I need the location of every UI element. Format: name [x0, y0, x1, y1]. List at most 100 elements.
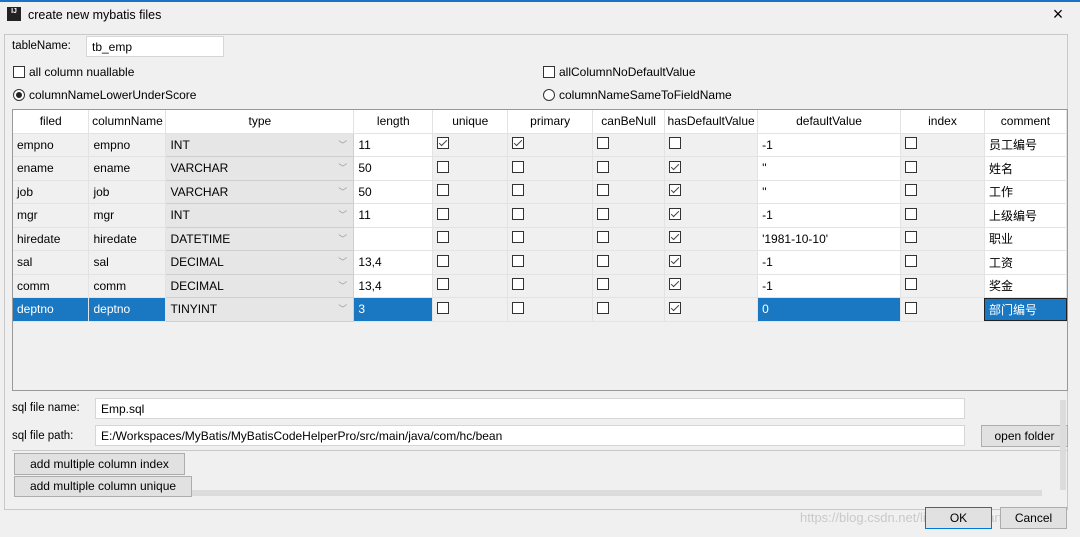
index-cell[interactable] — [900, 156, 985, 181]
canBeNull-cell[interactable] — [592, 156, 666, 181]
table-row[interactable]: empno empno INT ﹀ 11 -1 员工编号 — [13, 132, 1068, 157]
primary-cell[interactable] — [507, 274, 594, 298]
hasDefaultValue-checkbox[interactable] — [669, 160, 682, 173]
hasDefaultValue-checkbox[interactable] — [669, 231, 682, 244]
column-header-primary[interactable]: primary — [507, 110, 594, 134]
canBeNull-cell[interactable] — [592, 133, 666, 157]
unique-cell[interactable] — [432, 227, 509, 251]
type-dropdown[interactable]: INT ﹀ — [165, 132, 355, 157]
primary-cell[interactable] — [507, 180, 594, 204]
canBeNull-checkbox[interactable] — [597, 184, 610, 197]
hasDefaultValue-cell[interactable] — [664, 250, 759, 275]
hasDefaultValue-checkbox[interactable] — [669, 278, 682, 291]
canBeNull-cell[interactable] — [592, 203, 666, 228]
column-header-columnName[interactable]: columnName — [88, 110, 167, 134]
comment-cell[interactable]: 姓名 — [984, 156, 1068, 181]
ok-button[interactable]: OK — [925, 507, 992, 529]
column-name-same-to-field-radio[interactable]: columnNameSameToFieldName — [543, 88, 732, 102]
hasDefaultValue-cell[interactable] — [664, 180, 759, 204]
defaultValue-cell[interactable]: '' — [757, 180, 902, 204]
canBeNull-checkbox[interactable] — [597, 278, 610, 291]
columnName-cell[interactable]: empno — [88, 133, 167, 157]
filed-cell[interactable]: job — [13, 180, 90, 204]
unique-cell[interactable] — [432, 180, 509, 204]
sql-file-path-input[interactable] — [95, 425, 965, 446]
table-row[interactable]: ename ename VARCHAR ﹀ 50 '' 姓名 — [13, 156, 1068, 181]
defaultValue-cell[interactable]: -1 — [757, 133, 902, 157]
columnName-cell[interactable]: deptno — [88, 297, 167, 322]
unique-checkbox[interactable] — [437, 207, 450, 220]
canBeNull-cell[interactable] — [592, 297, 666, 322]
length-cell[interactable]: 3 — [353, 297, 434, 322]
defaultValue-cell[interactable]: -1 — [757, 203, 902, 228]
primary-checkbox[interactable] — [512, 160, 525, 173]
unique-cell[interactable] — [432, 250, 509, 275]
type-dropdown[interactable]: TINYINT ﹀ — [165, 297, 355, 322]
cancel-button[interactable]: Cancel — [1000, 507, 1067, 529]
comment-cell[interactable]: 部门编号 — [984, 297, 1068, 322]
index-checkbox[interactable] — [905, 160, 918, 173]
filed-cell[interactable]: mgr — [13, 203, 90, 228]
primary-checkbox[interactable] — [512, 254, 525, 267]
column-header-comment[interactable]: comment — [984, 110, 1068, 134]
index-cell[interactable] — [900, 250, 985, 275]
index-checkbox[interactable] — [905, 254, 918, 267]
index-cell[interactable] — [900, 297, 985, 322]
comment-cell[interactable]: 工资 — [984, 250, 1068, 275]
column-header-length[interactable]: length — [353, 110, 434, 134]
comment-cell[interactable]: 工作 — [984, 180, 1068, 204]
table-row[interactable]: comm comm DECIMAL ﹀ 13,4 -1 奖金 — [13, 273, 1068, 298]
length-cell[interactable] — [353, 227, 434, 251]
canBeNull-checkbox[interactable] — [597, 301, 610, 314]
table-row[interactable]: deptno deptno TINYINT ﹀ 3 0 部门编号 — [13, 297, 1068, 322]
column-header-hasDefaultValue[interactable]: hasDefaultValue — [664, 110, 759, 134]
hasDefaultValue-cell[interactable] — [664, 227, 759, 251]
index-checkbox[interactable] — [905, 278, 918, 291]
hasDefaultValue-checkbox[interactable] — [669, 207, 682, 220]
unique-checkbox[interactable] — [437, 254, 450, 267]
length-cell[interactable]: 13,4 — [353, 274, 434, 298]
columnName-cell[interactable]: hiredate — [88, 227, 167, 251]
type-dropdown[interactable]: DECIMAL ﹀ — [165, 250, 355, 275]
primary-checkbox[interactable] — [512, 137, 525, 150]
index-cell[interactable] — [900, 180, 985, 204]
all-column-no-default-value-checkbox[interactable]: allColumnNoDefaultValue — [543, 65, 696, 79]
close-icon[interactable]: × — [1048, 4, 1068, 25]
filed-cell[interactable]: ename — [13, 156, 90, 181]
hasDefaultValue-cell[interactable] — [664, 203, 759, 228]
primary-checkbox[interactable] — [512, 278, 525, 291]
primary-cell[interactable] — [507, 297, 594, 322]
index-checkbox[interactable] — [905, 301, 918, 314]
columnName-cell[interactable]: comm — [88, 274, 167, 298]
add-multiple-column-index-button[interactable]: add multiple column index — [14, 453, 185, 475]
index-cell[interactable] — [900, 203, 985, 228]
add-multiple-column-unique-button[interactable]: add multiple column unique — [14, 476, 192, 497]
index-cell[interactable] — [900, 133, 985, 157]
filed-cell[interactable]: sal — [13, 250, 90, 275]
canBeNull-checkbox[interactable] — [597, 254, 610, 267]
horizontal-scrollbar[interactable] — [192, 490, 1042, 496]
unique-cell[interactable] — [432, 133, 509, 157]
canBeNull-checkbox[interactable] — [597, 137, 610, 150]
unique-checkbox[interactable] — [437, 137, 450, 150]
columnName-cell[interactable]: sal — [88, 250, 167, 275]
hasDefaultValue-cell[interactable] — [664, 297, 759, 322]
unique-cell[interactable] — [432, 156, 509, 181]
sql-file-name-input[interactable] — [95, 398, 965, 419]
filed-cell[interactable]: comm — [13, 274, 90, 298]
table-name-input[interactable] — [86, 36, 224, 57]
column-name-lower-underscore-radio[interactable]: columnNameLowerUnderScore — [13, 88, 196, 102]
primary-checkbox[interactable] — [512, 207, 525, 220]
defaultValue-cell[interactable]: -1 — [757, 250, 902, 275]
type-dropdown[interactable]: DECIMAL ﹀ — [165, 273, 355, 298]
column-header-unique[interactable]: unique — [432, 110, 509, 134]
comment-cell[interactable]: 职业 — [984, 227, 1068, 251]
unique-checkbox[interactable] — [437, 278, 450, 291]
index-cell[interactable] — [900, 274, 985, 298]
unique-checkbox[interactable] — [437, 184, 450, 197]
unique-cell[interactable] — [432, 203, 509, 228]
canBeNull-cell[interactable] — [592, 227, 666, 251]
defaultValue-cell[interactable]: -1 — [757, 274, 902, 298]
primary-checkbox[interactable] — [512, 184, 525, 197]
column-header-index[interactable]: index — [900, 110, 985, 134]
